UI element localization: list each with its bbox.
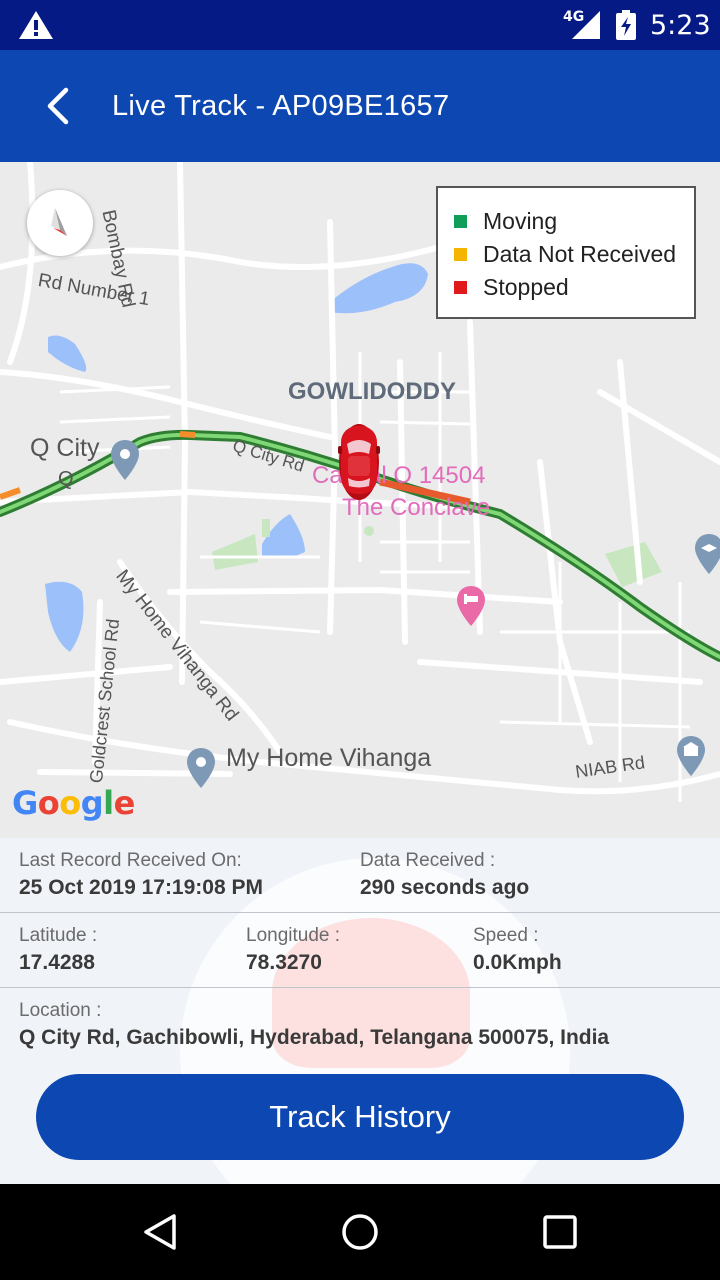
compass-button[interactable] xyxy=(27,190,93,256)
legend-label: Stopped xyxy=(483,273,569,300)
legend-swatch-moving xyxy=(454,214,467,228)
legend-item-moving: Moving xyxy=(454,206,557,236)
place-label-q-city-short: Q xyxy=(58,468,74,490)
home-circle-icon[interactable] xyxy=(340,1212,380,1252)
back-arrow-icon[interactable] xyxy=(30,78,86,134)
area-label-gowlidoddy: GOWLIDODDY xyxy=(288,378,456,405)
school-pin-icon[interactable] xyxy=(694,532,720,576)
vehicle-info-panel: Last Record Received On: 25 Oct 2019 17:… xyxy=(0,838,720,1184)
speed-label: Speed : xyxy=(473,925,539,946)
status-bar: 4G 5:23 xyxy=(0,0,720,50)
divider xyxy=(0,912,720,913)
battery-charging-icon xyxy=(616,10,636,40)
latitude-value: 17.4288 xyxy=(19,951,95,974)
legend-item-data-not-received: Data Not Received xyxy=(454,239,676,269)
legend-label: Data Not Received xyxy=(483,240,677,267)
map-view[interactable]: Bombay Rd Rd Number 1 GOWLIDODDY Q City … xyxy=(0,162,720,838)
latitude-label: Latitude : xyxy=(19,925,98,946)
google-logo: Google xyxy=(12,784,135,822)
location-value: Q City Rd, Gachibowli, Hyderabad, Telang… xyxy=(19,1026,610,1049)
place-label-q-city: Q City xyxy=(30,434,100,462)
legend-label: Moving xyxy=(483,207,558,234)
track-history-button[interactable]: Track History xyxy=(36,1074,684,1160)
signal-icon xyxy=(572,11,600,39)
longitude-value: 78.3270 xyxy=(246,951,322,974)
car-icon[interactable] xyxy=(336,418,382,500)
longitude-label: Longitude : xyxy=(246,925,341,946)
location-label: Location : xyxy=(19,1000,102,1021)
legend-item-stopped: Stopped xyxy=(454,272,569,302)
divider xyxy=(0,987,720,988)
app-bar: Live Track - AP09BE1657 xyxy=(0,50,720,162)
last-record-label: Last Record Received On: xyxy=(19,850,242,871)
back-triangle-icon[interactable] xyxy=(140,1212,180,1252)
clock: 5:23 xyxy=(650,10,711,41)
hotel-pin-icon[interactable] xyxy=(456,584,486,628)
speed-value: 0.0Kmph xyxy=(473,951,562,974)
place-label-my-home-vihanga: My Home Vihanga xyxy=(226,744,432,772)
warning-icon xyxy=(19,11,53,39)
page-title: Live Track - AP09BE1657 xyxy=(112,90,450,122)
system-nav-bar xyxy=(0,1184,720,1280)
data-received-value: 290 seconds ago xyxy=(360,876,530,899)
status-legend: Moving Data Not Received Stopped xyxy=(436,186,696,319)
place-pin-icon[interactable] xyxy=(186,746,216,790)
legend-swatch-data-not-received xyxy=(454,247,467,261)
recents-square-icon[interactable] xyxy=(540,1212,580,1252)
data-received-label: Data Received : xyxy=(360,850,496,871)
institution-pin-icon[interactable] xyxy=(676,734,706,778)
compass-icon xyxy=(51,208,67,236)
last-record-value: 25 Oct 2019 17:19:08 PM xyxy=(19,876,263,899)
place-pin-icon[interactable] xyxy=(110,438,140,482)
legend-swatch-stopped xyxy=(454,280,467,294)
